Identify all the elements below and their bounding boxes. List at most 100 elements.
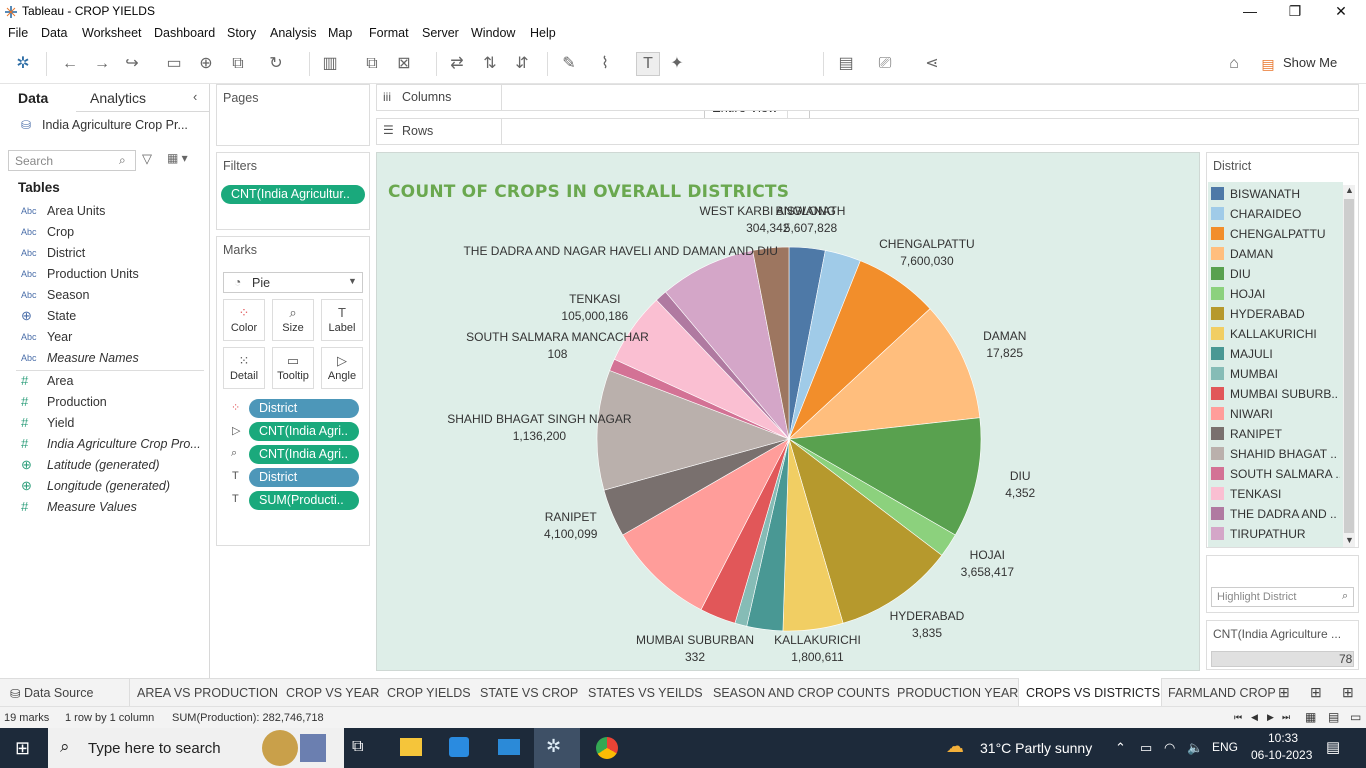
restore-button[interactable]: ❐ (1272, 0, 1318, 24)
dimension-field[interactable]: Abc Season (0, 285, 209, 306)
tab-states-vs-yeilds[interactable]: STATES VS YEILDS (588, 686, 703, 700)
legend-item[interactable]: NIWARI (1211, 404, 1341, 424)
minimize-button[interactable]: — (1227, 0, 1273, 24)
highlight-icon[interactable]: ✎ (559, 54, 579, 74)
marks-pill-district-color[interactable]: District (249, 399, 359, 418)
measure-field[interactable]: ⊕ Latitude (generated) (0, 455, 209, 476)
new-worksheet-icon[interactable]: ▥ (320, 54, 340, 74)
show-me-icon[interactable]: ▤ (1258, 54, 1278, 74)
windows-start-icon[interactable]: ⊞ (15, 738, 30, 759)
tab-farmland-crop[interactable]: FARMLAND CROP (1168, 686, 1276, 700)
menu-help[interactable]: Help (530, 26, 556, 40)
tab-area-vs-production[interactable]: AREA VS PRODUCTION (137, 686, 278, 700)
clock-date[interactable]: 06-10-2023 (1251, 748, 1312, 762)
tab-production-year[interactable]: PRODUCTION YEAR (897, 686, 1018, 700)
show-labels-icon[interactable]: T (636, 52, 660, 76)
dimension-field[interactable]: ⊕ State (0, 306, 209, 327)
legend-item[interactable]: HOJAI (1211, 284, 1341, 304)
refresh-icon[interactable]: ↻ (266, 54, 286, 74)
legend-item[interactable]: CHARAIDEO (1211, 204, 1341, 224)
dimension-field[interactable]: Abc Measure Names (0, 348, 209, 369)
group-icon[interactable]: ⌇ (595, 54, 615, 74)
dimension-field[interactable]: Abc Crop (0, 222, 209, 243)
store-icon[interactable] (449, 737, 469, 757)
menu-worksheet[interactable]: Worksheet (82, 26, 142, 40)
dimension-field[interactable]: Abc Year (0, 327, 209, 348)
measure-field[interactable]: # Area (0, 371, 209, 392)
sort-descending-icon[interactable]: ⇵ (512, 54, 532, 74)
new-datasource-icon[interactable]: ⊕ (196, 54, 216, 74)
legend-item[interactable]: BISWANATH (1211, 184, 1341, 204)
legend-item[interactable]: DIU (1211, 264, 1341, 284)
measure-field[interactable]: # Measure Values (0, 497, 209, 518)
format-painter-icon[interactable]: ⌂ (1224, 54, 1244, 74)
nav-prev-icon[interactable]: ◀ (1251, 712, 1258, 723)
legend-item[interactable]: HYDERABAD (1211, 304, 1341, 324)
marks-pill-production-label[interactable]: SUM(Producti.. (249, 491, 359, 510)
close-button[interactable]: ✕ (1318, 0, 1364, 24)
tray-chevron-icon[interactable]: ⌃ (1115, 740, 1126, 756)
tooltip-button[interactable]: ▭ Tooltip (272, 347, 314, 389)
nav-next-icon[interactable]: ▶ (1267, 712, 1274, 723)
size-button[interactable]: ⌕ Size (272, 299, 314, 341)
redo-icon[interactable]: → (92, 54, 112, 74)
taskbar-search[interactable]: ⌕ Type here to search (48, 728, 344, 768)
dimension-field[interactable]: Abc Area Units (0, 201, 209, 222)
share-icon[interactable]: ⋖ (922, 54, 942, 74)
undo-icon[interactable]: ← (60, 54, 80, 74)
swap-icon[interactable]: ⇄ (447, 54, 467, 74)
dimension-field[interactable]: Abc District (0, 243, 209, 264)
menu-server[interactable]: Server (422, 26, 459, 40)
fix-axes-icon[interactable]: ✦ (667, 54, 687, 74)
news-widget-icon[interactable] (300, 734, 326, 762)
legend-item[interactable]: MUMBAI SUBURB.. (1211, 384, 1341, 404)
tab-season-and-crop-counts[interactable]: SEASON AND CROP COUNTS (713, 686, 890, 700)
tab-crop-yields[interactable]: CROP YIELDS (387, 686, 471, 700)
marks-pill-size[interactable]: CNT(India Agri.. (249, 445, 359, 464)
menu-story[interactable]: Story (227, 26, 256, 40)
tab-crops-vs-districts[interactable]: CROPS VS DISTRICTS (1026, 686, 1160, 700)
tab-state-vs-crop[interactable]: STATE VS CROP (480, 686, 578, 700)
menu-format[interactable]: Format (369, 26, 409, 40)
legend-item[interactable]: RANIPET (1211, 424, 1341, 444)
scroll-up-icon[interactable]: ▲ (1345, 185, 1354, 195)
scroll-down-icon[interactable]: ▼ (1345, 535, 1354, 545)
tableau-home-icon[interactable]: ✲ (13, 54, 33, 74)
menu-file[interactable]: File (8, 26, 28, 40)
tabs-view-icon[interactable]: ▭ (1350, 710, 1361, 724)
save-icon[interactable]: ▭ (164, 54, 184, 74)
columns-shelf[interactable]: iii Columns (376, 84, 1359, 111)
weather-text[interactable]: 31°C Partly sunny (980, 740, 1092, 756)
nav-first-icon[interactable]: ⏮ (1234, 712, 1242, 723)
tab-data-source[interactable]: Data Source (24, 686, 93, 700)
legend-item[interactable]: TENKASI (1211, 484, 1341, 504)
sort-ascending-icon[interactable]: ⇅ (480, 54, 500, 74)
legend-item[interactable]: MUMBAI (1211, 364, 1341, 384)
wifi-icon[interactable]: ◠ (1164, 740, 1175, 756)
scroll-thumb[interactable] (1344, 199, 1354, 533)
view-options-icon[interactable]: ▦ ▾ (167, 151, 188, 165)
legend-item[interactable]: SOUTH SALMARA .. (1211, 464, 1341, 484)
menu-data[interactable]: Data (41, 26, 67, 40)
measure-field[interactable]: # Production (0, 392, 209, 413)
measure-field[interactable]: # India Agriculture Crop Pro... (0, 434, 209, 455)
volume-icon[interactable]: 🔈 (1187, 740, 1203, 756)
measure-field[interactable]: ⊕ Longitude (generated) (0, 476, 209, 497)
rows-shelf[interactable]: ☰ Rows (376, 118, 1359, 145)
legend-item[interactable]: KALLAKURICHI (1211, 324, 1341, 344)
notifications-icon[interactable]: ▤ (1326, 738, 1340, 756)
chrome-icon[interactable] (596, 737, 618, 759)
angle-button[interactable]: ▷ Angle (321, 347, 363, 389)
tableau-taskbar-icon[interactable]: ✲ (546, 736, 561, 757)
menu-window[interactable]: Window (471, 26, 515, 40)
tab-analytics[interactable]: Analytics (90, 90, 146, 106)
highlight-district-input[interactable]: Highlight District ⌕ (1211, 587, 1354, 607)
legend-item[interactable]: THE DADRA AND .. (1211, 504, 1341, 524)
legend-item[interactable]: CHENGALPATTU (1211, 224, 1341, 244)
pages-card[interactable]: Pages (216, 84, 370, 146)
language-indicator[interactable]: ENG (1212, 740, 1238, 754)
new-story-icon[interactable]: ⊞ (1342, 684, 1354, 701)
marks-pill-angle[interactable]: CNT(India Agri.. (249, 422, 359, 441)
legend-item[interactable]: DAMAN (1211, 244, 1341, 264)
clock-time[interactable]: 10:33 (1268, 731, 1298, 745)
